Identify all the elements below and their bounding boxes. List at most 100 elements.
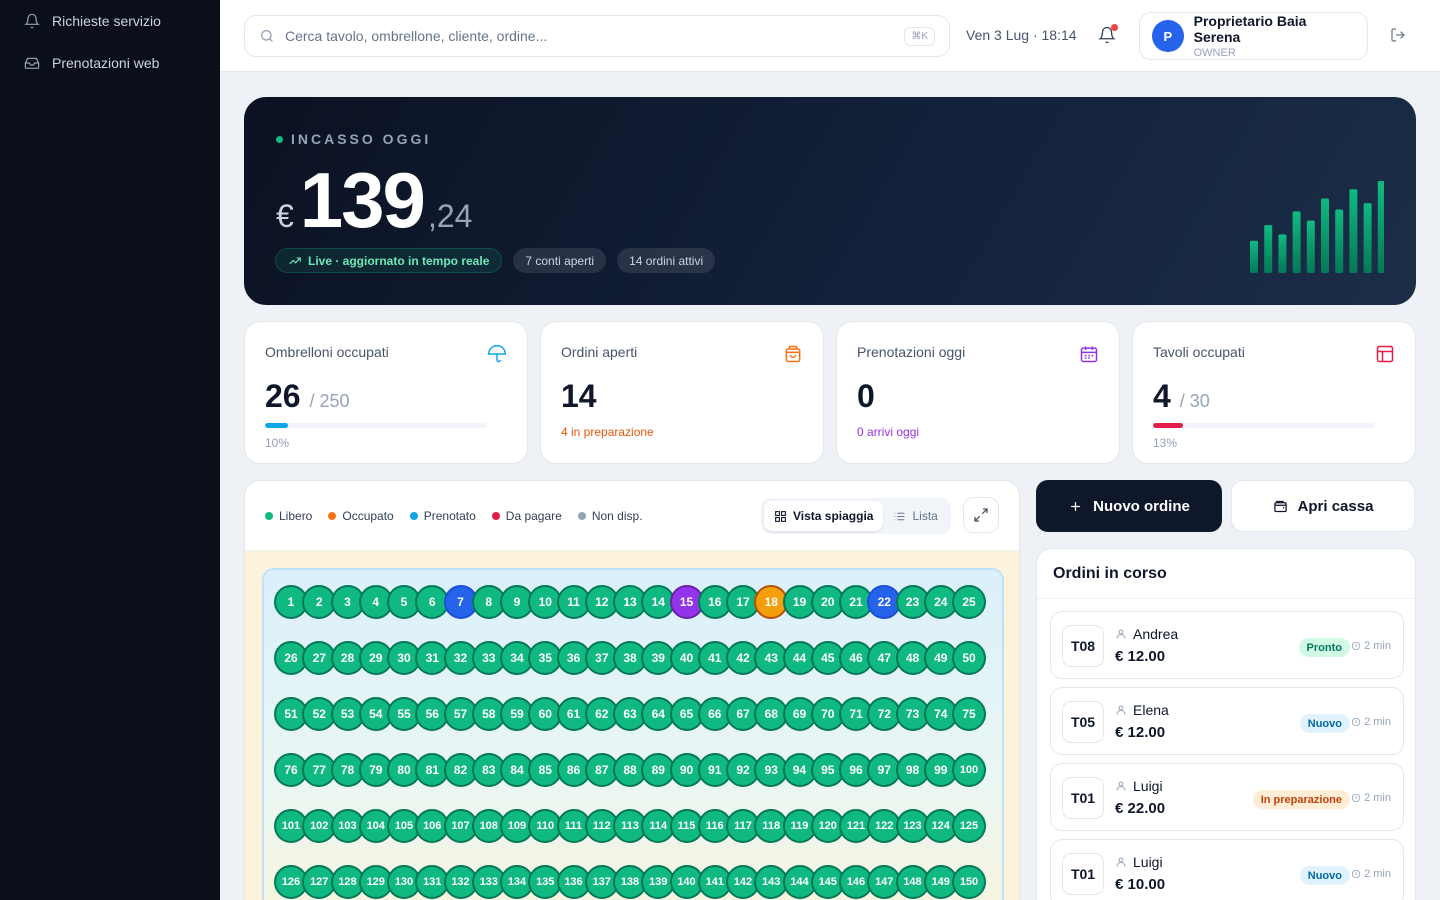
open-register-button[interactable]: Apri cassa (1231, 480, 1415, 532)
stat-title: Ombrelloni occupati (265, 344, 389, 360)
stat-value: 26 (265, 378, 301, 414)
inbox-icon (24, 57, 40, 69)
topbar: ⌘K Ven 3 Lug · 18:14 P Proprietario Baia… (220, 0, 1440, 72)
order-card[interactable]: T05 Elena € 12.00 Nuovo 2 min (1050, 687, 1404, 755)
active-orders-badge: 14 ordini attivi (617, 248, 716, 273)
order-table: T01 (1062, 777, 1104, 819)
plus-icon (1071, 501, 1081, 511)
notifications-button[interactable] (1098, 24, 1118, 46)
search-icon (261, 30, 273, 42)
spark-bar (1335, 209, 1344, 273)
clock-icon (1351, 869, 1361, 879)
shopping-bag-icon (783, 344, 803, 364)
umbrella-spot[interactable]: 100 (952, 753, 986, 787)
live-badge-label: Live · aggiornato in tempo reale (308, 253, 490, 268)
order-price: € 12.00 (1115, 648, 1166, 665)
umbrella-spot[interactable]: 50 (952, 641, 986, 675)
sidebar-item-label: Prenotazioni web (52, 55, 160, 71)
stat-title: Prenotazioni oggi (857, 344, 966, 360)
clock-icon (1351, 717, 1361, 727)
spark-bar (1292, 211, 1301, 273)
avatar: P (1152, 20, 1184, 52)
user-name: Proprietario Baia Serena (1193, 13, 1307, 45)
status-badge: Pronto (1298, 638, 1350, 657)
umbrella-spot[interactable]: 25 (952, 585, 986, 619)
clock-icon (1351, 793, 1361, 803)
spark-bar (1306, 220, 1315, 273)
live-badge: Live · aggiornato in tempo reale (275, 248, 503, 273)
spark-bar (1321, 198, 1329, 273)
notification-dot (1111, 24, 1118, 31)
sidebar-item-service-requests[interactable]: Richieste servizio (0, 0, 220, 42)
order-customer: Andrea (1133, 626, 1179, 642)
map-legend: Libero Occupato Prenotato Da pagare Non … (265, 509, 643, 523)
order-customer: Luigi (1133, 778, 1163, 794)
list-icon (895, 512, 905, 520)
revenue-integer: 139 (299, 156, 426, 244)
open-accounts-badge: 7 conti aperti (513, 248, 607, 273)
stat-total: / 250 (309, 391, 350, 411)
sidebar: Richieste servizio Prenotazioni web (0, 0, 220, 900)
button-label: Nuovo ordine (1093, 497, 1190, 515)
grid-icon (775, 510, 786, 522)
order-card[interactable]: T08 Andrea € 12.00 Pronto 2 min (1050, 611, 1404, 679)
revenue-decimals: ,24 (427, 198, 473, 234)
table-icon (1375, 344, 1395, 364)
umbrella-icon (487, 344, 507, 364)
search-input[interactable] (285, 28, 895, 44)
tab-beach-view[interactable]: Vista spiaggia (764, 501, 884, 531)
order-customer: Elena (1133, 702, 1169, 718)
sidebar-item-label: Richieste servizio (52, 13, 161, 29)
order-card[interactable]: T01 Luigi € 22.00 In preparazione 2 min (1050, 763, 1404, 831)
button-label: Apri cassa (1297, 497, 1374, 515)
beach-area: 1 2 3 4 5 6 7 8 9 10 11 12 13 14 15 16 17 18 19 20 21 22 23 24 2… (245, 551, 1019, 900)
new-order-button[interactable]: Nuovo ordine (1036, 480, 1222, 532)
spark-bar (1349, 189, 1358, 273)
legend-item: Da pagare (491, 509, 562, 523)
umbrella-spot[interactable]: 150 (952, 865, 986, 899)
spark-bar (1363, 203, 1372, 273)
user-icon (1116, 781, 1126, 791)
stat-value: 0 (857, 378, 875, 414)
bell-icon (24, 13, 40, 29)
umbrella-spot[interactable]: 75 (952, 697, 986, 731)
spark-bar (1377, 181, 1384, 273)
spark-bar (1278, 234, 1287, 273)
sidebar-item-web-bookings[interactable]: Prenotazioni web (0, 42, 220, 84)
revenue-hero: INCASSO OGGI € 139 ,24 Live · aggiornato… (244, 97, 1416, 305)
stat-value: 4 (1153, 378, 1171, 414)
orders-panel: Ordini in corso T08 Andrea € 12.00 Pront… (1036, 548, 1416, 900)
user-icon (1116, 705, 1126, 715)
status-badge: Nuovo (1299, 714, 1350, 733)
expand-button[interactable] (963, 497, 999, 533)
trending-up-icon (289, 257, 301, 264)
status-badge: Nuovo (1299, 866, 1350, 885)
order-card[interactable]: T01 Luigi € 10.00 Nuovo 2 min (1050, 839, 1404, 900)
legend-item: Occupato (328, 509, 394, 523)
stat-card-open-orders: Ordini aperti 14 4 in preparazione (540, 321, 824, 464)
tab-label: Vista spiaggia (793, 509, 874, 523)
current-datetime: Ven 3 Lug · 18:14 (966, 27, 1077, 43)
wallet-icon (1273, 500, 1287, 512)
order-price: € 10.00 (1115, 876, 1166, 893)
status-badge: In preparazione (1252, 790, 1350, 809)
tab-label: Lista (912, 509, 938, 523)
order-time: 2 min (1351, 792, 1391, 804)
order-table: T08 (1062, 625, 1104, 667)
currency-symbol: € (276, 198, 294, 234)
order-table: T05 (1062, 701, 1104, 743)
stat-title: Tavoli occupati (1153, 344, 1245, 360)
umbrella-spot[interactable]: 125 (952, 809, 986, 843)
order-time: 2 min (1351, 640, 1391, 652)
stat-percent: 13% (1153, 436, 1178, 450)
order-table: T01 (1062, 853, 1104, 895)
search-box[interactable]: ⌘K (244, 15, 950, 57)
stat-subtitle: 0 arrivi oggi (857, 425, 920, 439)
revenue-sparkbars (1250, 181, 1384, 273)
legend-item: Libero (265, 509, 312, 523)
stat-card-tables: Tavoli occupati 4 / 30 13% (1132, 321, 1416, 464)
logout-button[interactable] (1390, 27, 1406, 48)
progress-fill (265, 423, 289, 428)
tab-list-view[interactable]: Lista (883, 501, 947, 531)
user-menu[interactable]: P Proprietario Baia Serena OWNER (1139, 12, 1368, 60)
